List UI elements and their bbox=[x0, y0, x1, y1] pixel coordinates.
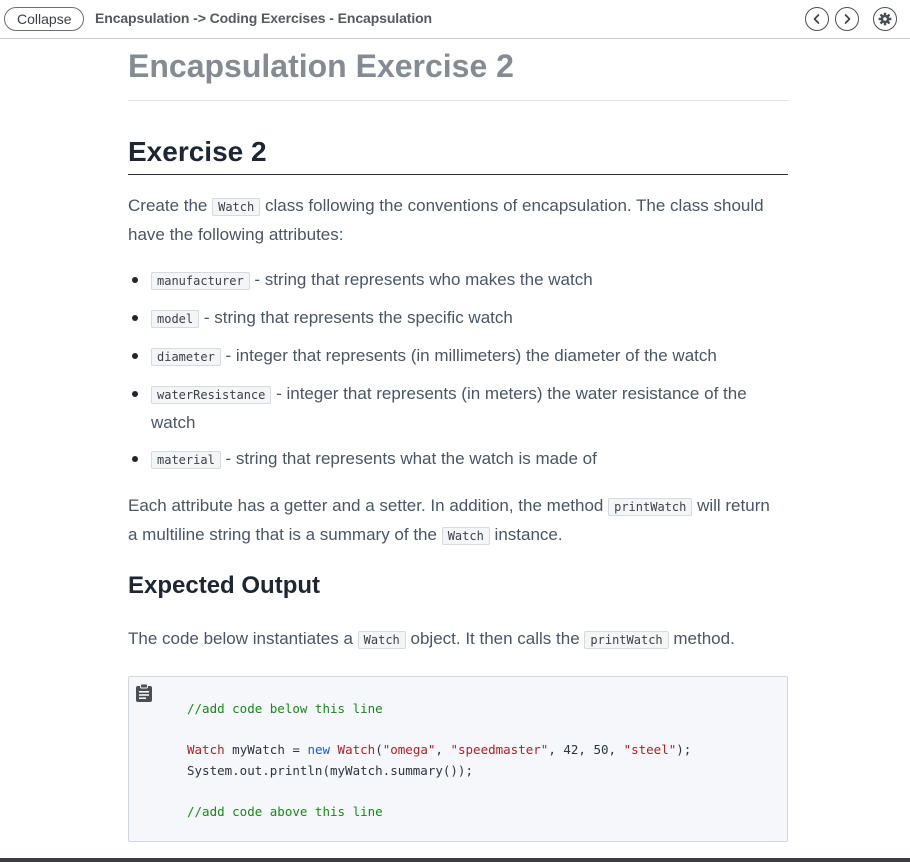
chevron-right-icon bbox=[844, 14, 851, 24]
inline-code: printWatch bbox=[584, 631, 669, 649]
list-item: material - string that represents what t… bbox=[128, 445, 788, 474]
bullet-icon bbox=[132, 353, 138, 359]
code-token: , bbox=[435, 742, 451, 757]
top-bar: Collapse Encapsulation -> Coding Exercis… bbox=[0, 0, 910, 39]
expected-output-heading: Expected Output bbox=[128, 572, 321, 599]
code-token: Watch bbox=[187, 742, 225, 757]
code-token: , 42, 50, bbox=[548, 742, 624, 757]
code-token: myWatch = bbox=[224, 742, 308, 757]
list-item: model - string that represents the speci… bbox=[128, 304, 788, 333]
code-content: //add code below this line Watch myWatch… bbox=[187, 699, 691, 822]
bullet-icon bbox=[132, 456, 138, 462]
code-string: "steel" bbox=[623, 742, 677, 757]
attribute-description: - string that represents the specific wa… bbox=[199, 308, 513, 327]
inline-code: Watch bbox=[441, 527, 490, 545]
description-paragraph: Each attribute has a getter and a setter… bbox=[128, 492, 778, 550]
next-button[interactable] bbox=[835, 7, 859, 31]
intro-text: Create the bbox=[128, 196, 213, 215]
code-token: Watch bbox=[337, 742, 376, 757]
code-block[interactable]: //add code below this line Watch myWatch… bbox=[128, 676, 788, 842]
inline-code: diameter bbox=[151, 348, 221, 366]
code-comment: //add code below this line bbox=[187, 701, 383, 716]
inline-code: manufacturer bbox=[151, 272, 250, 290]
code-comment: //add code above this line bbox=[187, 803, 383, 819]
attribute-description: - string that represents what the watch … bbox=[220, 449, 597, 468]
bullet-icon bbox=[132, 277, 138, 283]
collapse-button[interactable]: Collapse bbox=[4, 7, 85, 31]
list-item: waterResistance - integer that represent… bbox=[128, 380, 788, 436]
clipboard-icon[interactable] bbox=[135, 683, 153, 703]
settings-button[interactable] bbox=[873, 7, 897, 31]
code-token: ); bbox=[676, 742, 692, 757]
inline-code: material bbox=[151, 451, 221, 469]
intro-paragraph: Create the Watch class following the con… bbox=[128, 192, 768, 248]
paragraph-text: The code below instantiates a bbox=[128, 629, 358, 648]
gear-icon bbox=[878, 12, 892, 26]
paragraph-text: method. bbox=[668, 629, 735, 648]
paragraph-text: Each attribute has a getter and a setter… bbox=[128, 496, 609, 515]
title-divider bbox=[128, 100, 788, 101]
bottom-divider bbox=[0, 858, 910, 862]
inline-code: Watch bbox=[357, 631, 406, 649]
paragraph-text: object. It then calls the bbox=[405, 629, 585, 648]
heading-underline bbox=[128, 174, 788, 175]
bullet-icon bbox=[132, 315, 138, 321]
page-title: Encapsulation Exercise 2 bbox=[128, 48, 514, 84]
code-token: ( bbox=[375, 742, 383, 757]
attribute-list: manufacturer - string that represents wh… bbox=[128, 266, 788, 474]
expected-paragraph: The code below instantiates a Watch obje… bbox=[128, 625, 788, 654]
code-string: "speedmaster" bbox=[450, 742, 549, 757]
bullet-icon bbox=[132, 391, 138, 397]
breadcrumb: Encapsulation -> Coding Exercises - Enca… bbox=[95, 10, 433, 26]
list-item: manufacturer - string that represents wh… bbox=[128, 266, 788, 295]
exercise-heading: Exercise 2 bbox=[128, 136, 267, 167]
previous-button[interactable] bbox=[805, 7, 829, 31]
inline-code: Watch bbox=[212, 198, 261, 216]
attribute-description: - integer that represents (in millimeter… bbox=[220, 346, 717, 365]
inline-code: printWatch bbox=[608, 498, 693, 516]
inline-code: waterResistance bbox=[151, 386, 272, 404]
chevron-left-icon bbox=[813, 14, 820, 24]
list-item: diameter - integer that represents (in m… bbox=[128, 342, 788, 371]
paragraph-text: instance. bbox=[489, 525, 563, 544]
code-string: "omega" bbox=[382, 742, 436, 757]
attribute-description: - string that represents who makes the w… bbox=[249, 270, 593, 289]
inline-code: model bbox=[151, 310, 200, 328]
code-line: System.out.println(myWatch.summary()); bbox=[187, 762, 473, 778]
code-keyword: new bbox=[307, 742, 331, 757]
